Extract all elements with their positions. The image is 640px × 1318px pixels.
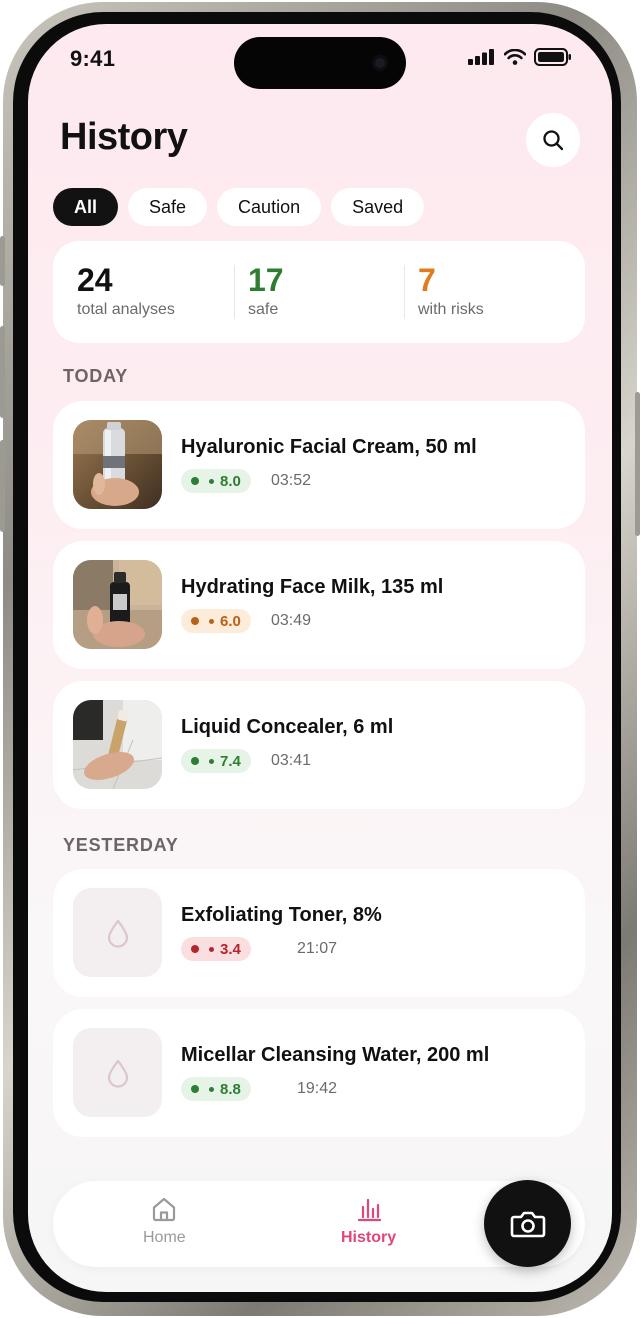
bullet-dot-icon (209, 1086, 214, 1092)
camera-button[interactable] (484, 1180, 571, 1267)
score-value: 6.0 (220, 612, 241, 630)
search-icon (543, 130, 564, 151)
score-value: 7.4 (220, 752, 241, 770)
status-dot-icon (191, 757, 199, 765)
nav-label-history: History (341, 1229, 397, 1246)
app-screen: 9:41 History All Safe Caution Saved 24 t… (28, 24, 612, 1292)
score-value: 8.8 (220, 1080, 241, 1098)
score-badge: 7.4 (181, 749, 251, 773)
status-dot-icon (191, 1085, 199, 1093)
status-icons (468, 48, 572, 66)
stat-risks-value: 7 (418, 262, 436, 298)
stat-total: 24 total analyses (77, 263, 175, 319)
filter-chip-caution[interactable]: Caution (217, 188, 322, 226)
analysis-time: 03:49 (271, 612, 312, 629)
status-dot-icon (191, 477, 199, 485)
product-name: Hyaluronic Facial Cream, 50 ml (181, 436, 477, 458)
analysis-time: 21:07 (297, 940, 338, 957)
filter-chip-safe[interactable]: Safe (128, 188, 208, 226)
score-badge: 8.8 (181, 1077, 251, 1101)
product-photo (73, 560, 162, 649)
status-time: 9:41 (70, 46, 116, 71)
section-title-today: TODAY (63, 366, 129, 386)
stat-safe: 17 safe (248, 263, 284, 319)
section-title-yesterday: YESTERDAY (63, 835, 179, 855)
score-badge: 8.0 (181, 469, 251, 493)
analysis-time: 19:42 (297, 1080, 338, 1097)
nav-item-home[interactable]: Home (143, 1195, 186, 1247)
wifi-icon (504, 49, 526, 65)
bullet-dot-icon (209, 946, 214, 952)
nav-item-history[interactable]: History (341, 1195, 396, 1247)
bullet-dot-icon (209, 758, 214, 764)
analysis-time: 03:52 (271, 472, 312, 489)
drop-icon (107, 1059, 128, 1088)
volume-down-button (0, 440, 5, 532)
status-dot-icon (191, 617, 199, 625)
stat-safe-value: 17 (248, 262, 284, 298)
stat-safe-label: safe (248, 301, 279, 318)
history-item[interactable]: Hyaluronic Facial Cream, 50 ml 8.0 03:52 (53, 401, 585, 529)
bullet-dot-icon (209, 478, 214, 484)
search-button[interactable] (526, 113, 580, 167)
drop-icon (107, 919, 128, 948)
camera-icon (510, 1211, 545, 1237)
filter-chip-saved[interactable]: Saved (331, 188, 425, 226)
score-badge: 3.4 (181, 937, 251, 961)
stat-divider (234, 265, 235, 319)
page-title: History (60, 116, 188, 158)
stat-divider (404, 265, 405, 319)
stat-total-label: total analyses (77, 301, 175, 318)
history-item[interactable]: Micellar Cleansing Water, 200 ml 8.8 19:… (53, 1009, 585, 1137)
volume-up-button (0, 326, 5, 418)
product-photo (73, 700, 162, 789)
product-name: Micellar Cleansing Water, 200 ml (181, 1044, 490, 1066)
filter-chips: All Safe Caution Saved (53, 188, 425, 226)
front-camera-icon (372, 55, 388, 71)
product-name: Exfoliating Toner, 8% (181, 904, 382, 926)
dynamic-island (234, 37, 406, 89)
score-value: 8.0 (220, 472, 241, 490)
power-button (635, 392, 640, 536)
product-placeholder (73, 1028, 162, 1117)
nav-label-home: Home (143, 1229, 186, 1246)
analysis-time: 03:41 (271, 752, 312, 769)
product-name: Hydrating Face Milk, 135 ml (181, 576, 444, 598)
filter-chip-all[interactable]: All (53, 188, 119, 226)
history-item[interactable]: Exfoliating Toner, 8% 3.4 21:07 (53, 869, 585, 997)
history-item[interactable]: Hydrating Face Milk, 135 ml 6.0 03:49 (53, 541, 585, 669)
score-value: 3.4 (220, 940, 241, 958)
product-photo (73, 420, 162, 509)
status-dot-icon (191, 945, 199, 953)
history-item[interactable]: Liquid Concealer, 6 ml 7.4 03:41 (53, 681, 585, 809)
bar-chart-icon (357, 1198, 381, 1222)
stat-risks-label: with risks (418, 301, 484, 318)
stats-card: 24 total analyses 17 safe 7 with risks (53, 241, 585, 343)
action-button (0, 236, 5, 286)
stat-risks: 7 with risks (418, 263, 484, 319)
stat-total-value: 24 (77, 262, 113, 298)
bullet-dot-icon (209, 618, 214, 624)
battery-icon (534, 48, 571, 66)
product-name: Liquid Concealer, 6 ml (181, 716, 394, 738)
cellular-signal-icon (468, 49, 494, 65)
score-badge: 6.0 (181, 609, 251, 633)
product-placeholder (73, 888, 162, 977)
home-icon (153, 1197, 176, 1222)
